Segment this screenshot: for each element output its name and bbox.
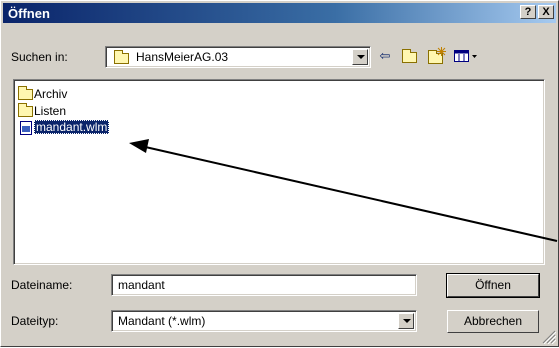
filetype-label: Dateityp:	[11, 314, 59, 328]
cancel-button[interactable]: Abbrechen	[447, 310, 539, 333]
resize-grip-icon[interactable]	[542, 330, 556, 344]
filetype-value: Mandant (*.wlm)	[118, 314, 206, 328]
filename-input[interactable]: mandant	[111, 274, 417, 296]
filetype-dropdown-arrow[interactable]	[398, 313, 414, 329]
filename-value: mandant	[118, 278, 165, 292]
open-dialog: Öffnen ? X Suchen in: HansMeierAG.03 ⇦ A…	[0, 0, 559, 347]
open-button[interactable]: Öffnen	[446, 273, 540, 298]
filename-label: Dateiname:	[11, 278, 73, 292]
filetype-dropdown[interactable]: Mandant (*.wlm)	[111, 310, 417, 332]
